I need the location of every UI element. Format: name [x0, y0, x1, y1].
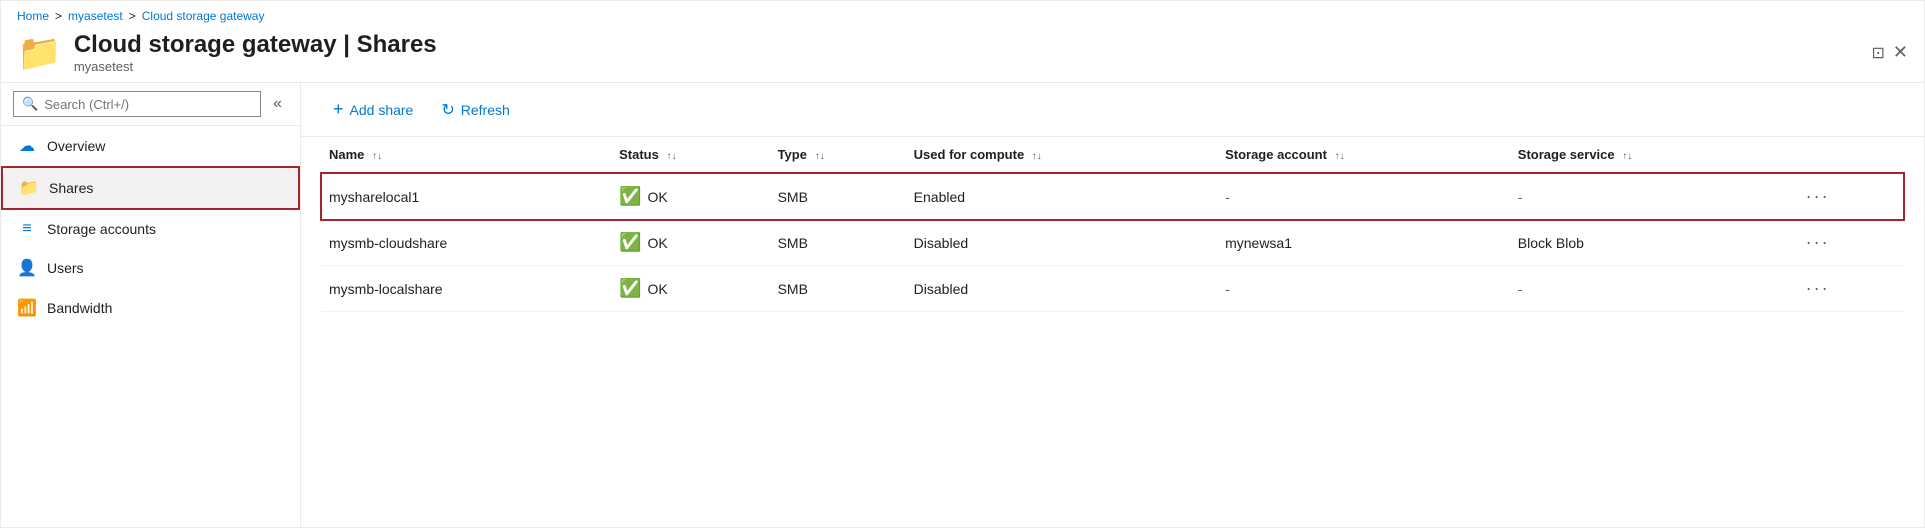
- more-options-button[interactable]: ···: [1800, 230, 1836, 255]
- sidebar-item-label: Overview: [47, 138, 105, 154]
- row-storage-service: Block Blob: [1510, 220, 1792, 266]
- sidebar-item-overview[interactable]: ☁ Overview: [1, 126, 300, 166]
- add-icon: +: [333, 99, 344, 120]
- users-icon: 👤: [17, 258, 37, 278]
- row-status: ✅ OK: [611, 220, 769, 266]
- table-row[interactable]: mysmb-localshare ✅ OK SMB Disabled - -: [321, 266, 1904, 312]
- bandwidth-icon: 📶: [17, 298, 37, 318]
- shares-icon: 📁: [19, 178, 39, 198]
- row-compute: Disabled: [906, 266, 1217, 312]
- row-more: ···: [1792, 220, 1904, 266]
- row-name: mysmb-localshare: [321, 266, 611, 312]
- breadcrumb: Home > myasetest > Cloud storage gateway: [17, 9, 1908, 23]
- sidebar-item-label: Users: [47, 260, 84, 276]
- row-storage-account: -: [1217, 266, 1510, 312]
- toolbar: + Add share ↻ Refresh: [301, 83, 1924, 137]
- add-share-button[interactable]: + Add share: [321, 93, 425, 126]
- row-compute: Enabled: [906, 173, 1217, 220]
- search-wrapper: 🔍: [13, 91, 261, 117]
- overview-icon: ☁: [17, 136, 37, 156]
- row-more: ···: [1792, 173, 1904, 220]
- sidebar-item-label: Storage accounts: [47, 221, 156, 237]
- row-type: SMB: [770, 266, 906, 312]
- status-ok-icon: ✅: [619, 186, 641, 207]
- title-row: 📁 Cloud storage gateway | Shares myasete…: [17, 31, 1908, 82]
- sidebar: 🔍 « ☁ Overview 📁 Shares ≡ Storage accoun…: [1, 83, 301, 527]
- collapse-button[interactable]: «: [267, 93, 288, 115]
- refresh-icon: ↻: [441, 100, 454, 120]
- close-icon[interactable]: ✕: [1893, 42, 1908, 63]
- refresh-label: Refresh: [461, 102, 510, 118]
- col-storage-account[interactable]: Storage account ↑↓: [1217, 137, 1510, 173]
- header: Home > myasetest > Cloud storage gateway…: [1, 1, 1924, 83]
- col-actions: [1792, 137, 1904, 173]
- row-status: ✅ OK: [611, 173, 769, 220]
- sidebar-item-storage-accounts[interactable]: ≡ Storage accounts: [1, 210, 300, 248]
- breadcrumb-sep1: >: [55, 9, 62, 23]
- row-type: SMB: [770, 220, 906, 266]
- refresh-button[interactable]: ↻ Refresh: [429, 94, 521, 126]
- more-options-button[interactable]: ···: [1800, 276, 1836, 301]
- header-actions: ⊡ ✕: [1872, 42, 1909, 63]
- title-text: Cloud storage gateway | Shares myasetest: [74, 31, 437, 74]
- col-name[interactable]: Name ↑↓: [321, 137, 611, 173]
- sidebar-item-users[interactable]: 👤 Users: [1, 248, 300, 288]
- breadcrumb-current[interactable]: Cloud storage gateway: [142, 9, 265, 23]
- table-wrapper: Name ↑↓ Status ↑↓ Type ↑↓ Used for compu…: [301, 137, 1924, 527]
- table-body: mysharelocal1 ✅ OK SMB Enabled - -: [321, 173, 1904, 312]
- search-icon: 🔍: [22, 96, 38, 112]
- shares-table: Name ↑↓ Status ↑↓ Type ↑↓ Used for compu…: [321, 137, 1904, 312]
- sidebar-item-label: Shares: [49, 180, 93, 196]
- sidebar-item-label: Bandwidth: [47, 300, 112, 316]
- status-ok-icon: ✅: [619, 232, 641, 253]
- search-input[interactable]: [44, 97, 252, 112]
- sidebar-item-shares[interactable]: 📁 Shares: [1, 166, 300, 210]
- status-ok-icon: ✅: [619, 278, 641, 299]
- breadcrumb-home[interactable]: Home: [17, 9, 49, 23]
- status-text: OK: [648, 189, 668, 205]
- row-name: mysharelocal1: [321, 173, 611, 220]
- breadcrumb-sep2: >: [129, 9, 136, 23]
- row-storage-service: -: [1510, 173, 1792, 220]
- add-share-label: Add share: [350, 102, 414, 118]
- page-title: Cloud storage gateway | Shares: [74, 31, 437, 59]
- sidebar-item-bandwidth[interactable]: 📶 Bandwidth: [1, 288, 300, 328]
- col-compute[interactable]: Used for compute ↑↓: [906, 137, 1217, 173]
- print-icon[interactable]: ⊡: [1872, 43, 1885, 63]
- more-options-button[interactable]: ···: [1800, 184, 1836, 209]
- col-type[interactable]: Type ↑↓: [770, 137, 906, 173]
- row-storage-account: mynewsa1: [1217, 220, 1510, 266]
- row-more: ···: [1792, 266, 1904, 312]
- content-area: + Add share ↻ Refresh Name ↑↓ Status ↑↓ …: [301, 83, 1924, 527]
- breadcrumb-resource[interactable]: myasetest: [68, 9, 123, 23]
- row-status: ✅ OK: [611, 266, 769, 312]
- table-header: Name ↑↓ Status ↑↓ Type ↑↓ Used for compu…: [321, 137, 1904, 173]
- col-storage-service[interactable]: Storage service ↑↓: [1510, 137, 1792, 173]
- main-layout: 🔍 « ☁ Overview 📁 Shares ≡ Storage accoun…: [1, 83, 1924, 527]
- table-row[interactable]: mysmb-cloudshare ✅ OK SMB Disabled mynew…: [321, 220, 1904, 266]
- row-type: SMB: [770, 173, 906, 220]
- col-status[interactable]: Status ↑↓: [611, 137, 769, 173]
- page-subtitle: myasetest: [74, 59, 437, 74]
- status-text: OK: [648, 235, 668, 251]
- table-row[interactable]: mysharelocal1 ✅ OK SMB Enabled - -: [321, 173, 1904, 220]
- search-box: 🔍 «: [1, 83, 300, 126]
- row-storage-account: -: [1217, 173, 1510, 220]
- row-compute: Disabled: [906, 220, 1217, 266]
- title-left: 📁 Cloud storage gateway | Shares myasete…: [17, 31, 437, 74]
- nav-items: ☁ Overview 📁 Shares ≡ Storage accounts 👤…: [1, 126, 300, 328]
- folder-icon: 📁: [17, 32, 62, 74]
- row-storage-service: -: [1510, 266, 1792, 312]
- row-name: mysmb-cloudshare: [321, 220, 611, 266]
- storage-icon: ≡: [17, 220, 37, 238]
- status-text: OK: [648, 281, 668, 297]
